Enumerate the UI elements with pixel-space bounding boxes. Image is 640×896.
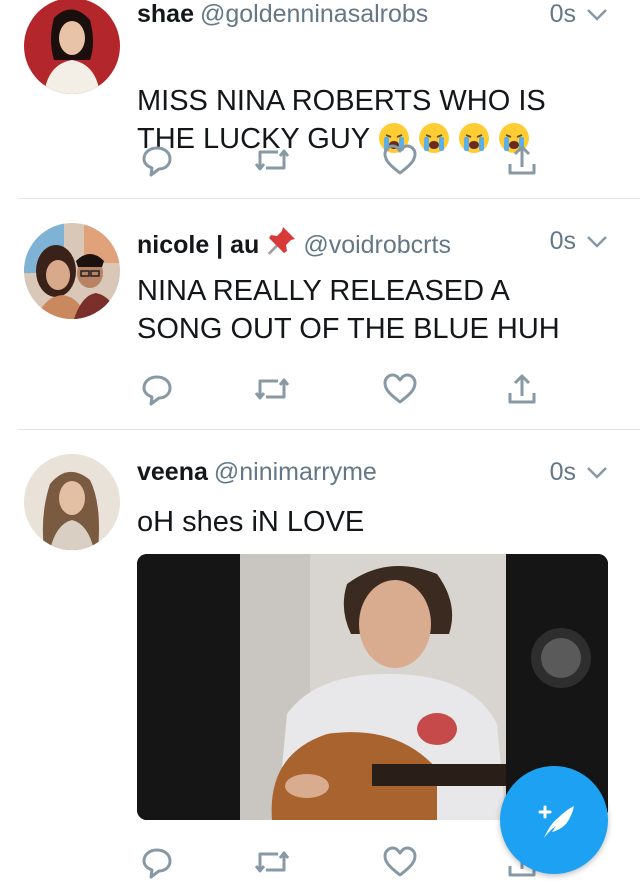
reply-icon[interactable] [137,369,177,409]
user-handle[interactable]: @goldenninasalrobs [200,0,428,28]
display-name[interactable]: shae [137,0,194,28]
timestamp: 0s [549,458,576,486]
chevron-down-icon[interactable] [584,2,610,33]
chevron-down-icon[interactable] [584,229,610,260]
pushpin-icon [268,227,296,255]
timestamp: 0s [549,0,576,28]
reply-icon[interactable] [137,140,177,180]
share-icon[interactable] [502,140,542,180]
avatar[interactable] [24,0,120,94]
share-icon[interactable] [502,369,542,409]
compose-tweet-button[interactable] [500,766,608,874]
avatar[interactable] [24,454,120,550]
timestamp: 0s [549,227,576,255]
avatar[interactable] [24,223,120,319]
tweet-2[interactable]: nicole | au @voidrobcrts 0s NINA REALLY R… [0,199,640,429]
retweet-icon[interactable] [252,842,292,882]
like-icon[interactable] [380,842,420,882]
chevron-down-icon[interactable] [584,460,610,491]
tweet-text: oH shes iN LOVE [137,506,365,538]
user-handle[interactable]: @voidrobcrts [303,231,451,259]
tweet-actions [137,140,537,180]
like-icon[interactable] [380,140,420,180]
tweet-1[interactable]: shae @goldenninasalrobs 0s MISS NINA ROBE… [0,0,640,198]
display-name[interactable]: nicole | au [137,231,259,259]
tweet-text: NINA REALLY RELEASED A SONG OUT OF THE B… [137,275,560,345]
display-name[interactable]: veena [137,458,208,486]
retweet-icon[interactable] [252,369,292,409]
user-handle[interactable]: @ninimarryme [214,458,377,486]
tweet-actions [137,369,537,409]
compose-tweet-icon [538,805,574,838]
reply-icon[interactable] [137,842,177,882]
tweet-actions [137,842,537,882]
retweet-icon[interactable] [252,140,292,180]
like-icon[interactable] [380,369,420,409]
